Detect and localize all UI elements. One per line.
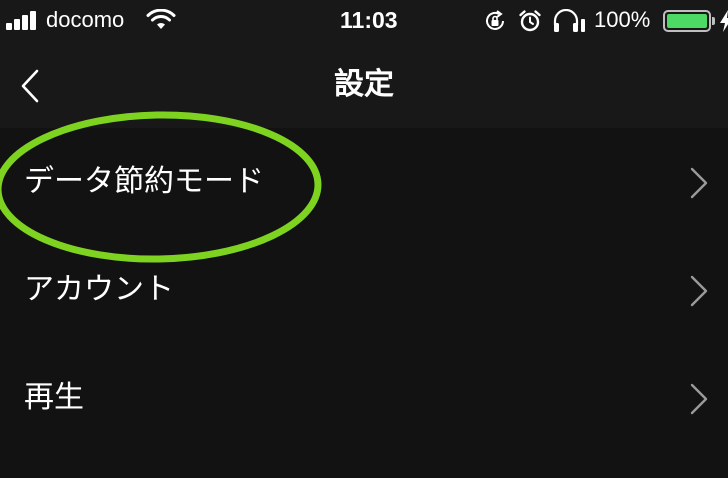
settings-item-playback[interactable]: 再生	[0, 344, 728, 452]
wifi-icon	[146, 9, 176, 29]
orientation-lock-icon	[486, 10, 504, 30]
status-bar: docomo 11:03 100%	[0, 0, 728, 44]
settings-item-label: アカウント	[24, 272, 174, 307]
battery-tip	[712, 17, 715, 25]
chevron-right-icon	[690, 275, 708, 307]
battery-percentage: 100%	[594, 7, 651, 32]
settings-screen: docomo 11:03 100% 設定 データ節約モード アカウント 再生	[0, 0, 728, 478]
alarm-icon	[519, 10, 541, 32]
battery-icon	[663, 10, 711, 32]
settings-item-data-saver[interactable]: データ節約モード	[0, 128, 728, 236]
signal-icon	[6, 10, 40, 30]
battery-fill	[667, 14, 707, 28]
settings-list: データ節約モード アカウント 再生	[0, 128, 728, 452]
settings-item-account[interactable]: アカウント	[0, 236, 728, 344]
status-time: 11:03	[340, 7, 398, 33]
charging-bolt-icon	[720, 10, 728, 32]
carrier-name: docomo	[46, 7, 125, 32]
chevron-right-icon	[690, 167, 708, 199]
chevron-right-icon	[690, 383, 708, 415]
headphones-icon	[553, 9, 585, 32]
settings-item-label: データ節約モード	[24, 164, 264, 199]
settings-item-label: 再生	[24, 380, 84, 415]
page-title: 設定	[334, 67, 394, 102]
navigation-bar: 設定	[0, 44, 728, 128]
